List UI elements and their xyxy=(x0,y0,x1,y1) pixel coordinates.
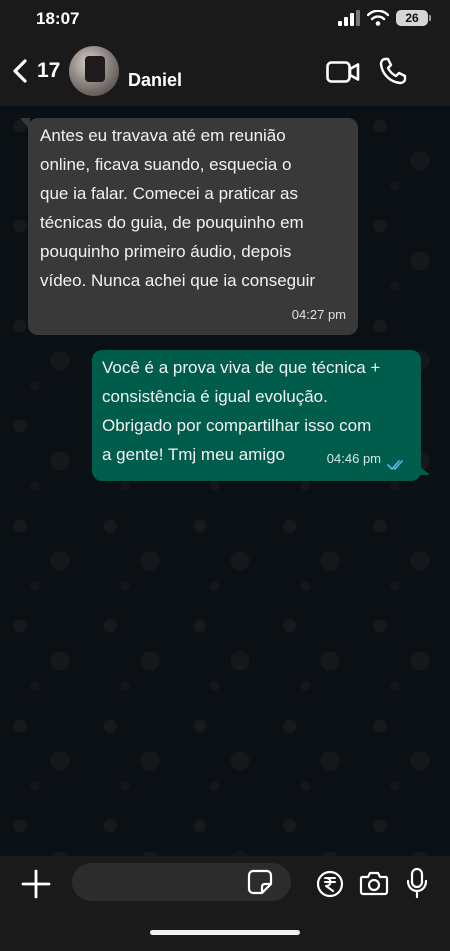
mic-icon[interactable] xyxy=(405,867,429,899)
status-time: 18:07 xyxy=(36,9,80,28)
home-indicator xyxy=(150,930,300,935)
status-bar: 18:07 26 xyxy=(0,0,450,38)
camera-icon[interactable] xyxy=(359,870,389,896)
rupee-icon[interactable] xyxy=(316,870,344,898)
message-text: Antes eu travava até em reunião online, … xyxy=(40,126,316,290)
read-ticks-icon xyxy=(387,460,403,470)
message-time: 04:27 pm xyxy=(291,307,346,322)
message-time: 04:46 pm xyxy=(326,451,381,466)
signal-icon xyxy=(338,10,360,26)
message-incoming[interactable]: Antes eu travava até em reunião online, … xyxy=(20,118,358,335)
status-icons: 26 xyxy=(338,10,431,26)
plus-icon[interactable] xyxy=(20,868,52,900)
chat-header: 17 Daniel xyxy=(0,38,450,106)
wifi-icon xyxy=(367,10,389,26)
composer-bar xyxy=(0,856,450,951)
message-outgoing[interactable]: Você é a prova viva de que técnica + con… xyxy=(92,350,430,481)
phone-icon[interactable] xyxy=(378,56,408,86)
avatar[interactable] xyxy=(69,46,119,96)
contact-name[interactable]: Daniel xyxy=(128,70,182,91)
video-call-icon[interactable] xyxy=(326,61,360,83)
back-icon[interactable] xyxy=(10,58,30,84)
sticker-icon[interactable] xyxy=(247,869,273,895)
battery-icon: 26 xyxy=(396,10,431,26)
unread-count[interactable]: 17 xyxy=(37,59,60,83)
